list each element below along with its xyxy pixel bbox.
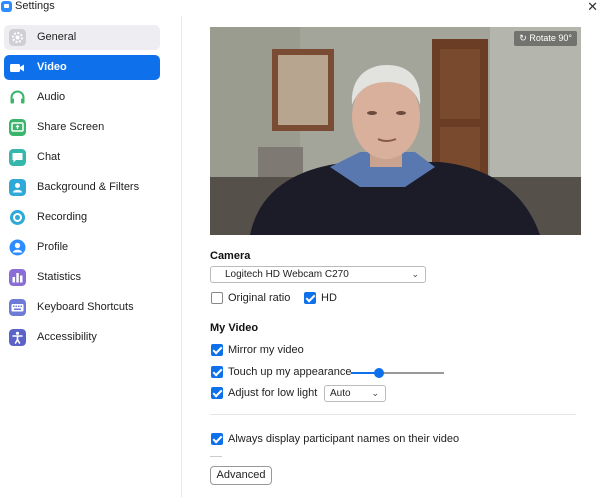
rotate-icon: ↻ bbox=[519, 33, 527, 43]
original-ratio-checkbox[interactable] bbox=[211, 292, 223, 304]
zoom-app-icon bbox=[1, 1, 12, 12]
statistics-icon bbox=[9, 269, 26, 286]
sidebar-item-label: Share Screen bbox=[37, 121, 105, 133]
recording-icon bbox=[10, 210, 25, 225]
sidebar-item-label: Statistics bbox=[37, 271, 82, 283]
low-light-checkbox[interactable] bbox=[211, 387, 223, 399]
video-camera-icon bbox=[10, 64, 24, 72]
always-display-names-checkbox[interactable] bbox=[211, 433, 223, 445]
always-display-names-label: Always display participant names on thei… bbox=[228, 433, 460, 445]
sidebar-item-label: Profile bbox=[37, 241, 69, 253]
sidebar-item-chat[interactable]: Chat bbox=[4, 145, 160, 170]
accessibility-icon bbox=[9, 329, 26, 346]
background-icon bbox=[9, 179, 26, 196]
sidebar-item-recording[interactable]: Recording bbox=[4, 205, 160, 230]
sidebar-item-label: Chat bbox=[37, 151, 61, 163]
low-light-label: Adjust for low light bbox=[228, 387, 318, 399]
sidebar-item-audio[interactable]: Audio bbox=[4, 85, 160, 110]
my-video-heading: My Video bbox=[210, 322, 259, 334]
low-light-mode-value: Auto bbox=[330, 388, 351, 399]
sidebar-item-label: Accessibility bbox=[37, 331, 97, 343]
sidebar-item-background-filters[interactable]: Background & Filters bbox=[4, 175, 160, 200]
sidebar-item-video[interactable]: Video bbox=[4, 55, 160, 80]
sidebar-item-label: Keyboard Shortcuts bbox=[37, 301, 134, 313]
sidebar-item-label: Recording bbox=[37, 211, 88, 223]
close-button[interactable]: ✕ bbox=[587, 0, 598, 15]
touch-up-label: Touch up my appearance bbox=[228, 366, 352, 378]
sidebar-item-general[interactable]: General bbox=[4, 25, 160, 50]
mirror-label: Mirror my video bbox=[228, 344, 304, 356]
gear-icon bbox=[9, 29, 26, 46]
share-screen-icon bbox=[9, 119, 26, 136]
camera-select-value: Logitech HD Webcam C270 bbox=[225, 269, 349, 280]
camera-select[interactable]: Logitech HD Webcam C270 ⌄ bbox=[210, 266, 426, 283]
sidebar-item-label: Audio bbox=[37, 91, 66, 103]
sidebar-item-accessibility[interactable]: Accessibility bbox=[4, 325, 160, 350]
rotate-label: Rotate 90° bbox=[529, 33, 572, 43]
hd-label: HD bbox=[321, 292, 337, 304]
sidebar-item-profile[interactable]: Profile bbox=[4, 235, 160, 260]
touch-up-slider-thumb[interactable] bbox=[374, 368, 384, 378]
touch-up-checkbox[interactable] bbox=[211, 366, 223, 378]
sidebar-item-statistics[interactable]: Statistics bbox=[4, 265, 160, 290]
sidebar: General Video Audio Share Screen Chat Ba… bbox=[0, 16, 182, 497]
sidebar-item-share-screen[interactable]: Share Screen bbox=[4, 115, 160, 140]
touch-up-slider[interactable] bbox=[351, 368, 444, 378]
rotate-button[interactable]: ↻ Rotate 90° bbox=[514, 31, 577, 46]
camera-heading: Camera bbox=[210, 250, 251, 262]
advanced-button[interactable]: Advanced bbox=[210, 466, 272, 485]
sidebar-item-label: Video bbox=[37, 61, 67, 73]
original-ratio-label: Original ratio bbox=[228, 292, 291, 304]
sidebar-item-keyboard-shortcuts[interactable]: Keyboard Shortcuts bbox=[4, 295, 160, 320]
webcam-preview-image bbox=[210, 27, 581, 235]
keyboard-icon bbox=[9, 299, 26, 316]
video-settings-panel: ↻ Rotate 90° Camera Logitech HD Webcam C… bbox=[183, 16, 602, 497]
low-light-mode-select[interactable]: Auto ⌄ bbox=[324, 385, 386, 402]
camera-preview: ↻ Rotate 90° bbox=[210, 27, 581, 235]
profile-icon bbox=[9, 239, 26, 256]
title-bar: Settings ✕ bbox=[0, 0, 602, 16]
sidebar-item-label: Background & Filters bbox=[37, 181, 140, 193]
window-title: Settings bbox=[15, 0, 55, 12]
chevron-down-icon: ⌄ bbox=[411, 269, 419, 279]
chevron-down-icon: ⌄ bbox=[371, 388, 379, 398]
headphones-icon bbox=[10, 90, 25, 104]
hd-checkbox[interactable] bbox=[304, 292, 316, 304]
divider bbox=[210, 414, 576, 415]
chat-icon bbox=[9, 149, 26, 166]
partial-checkbox-edge bbox=[210, 456, 222, 457]
mirror-checkbox[interactable] bbox=[211, 344, 223, 356]
sidebar-item-label: General bbox=[37, 31, 77, 43]
